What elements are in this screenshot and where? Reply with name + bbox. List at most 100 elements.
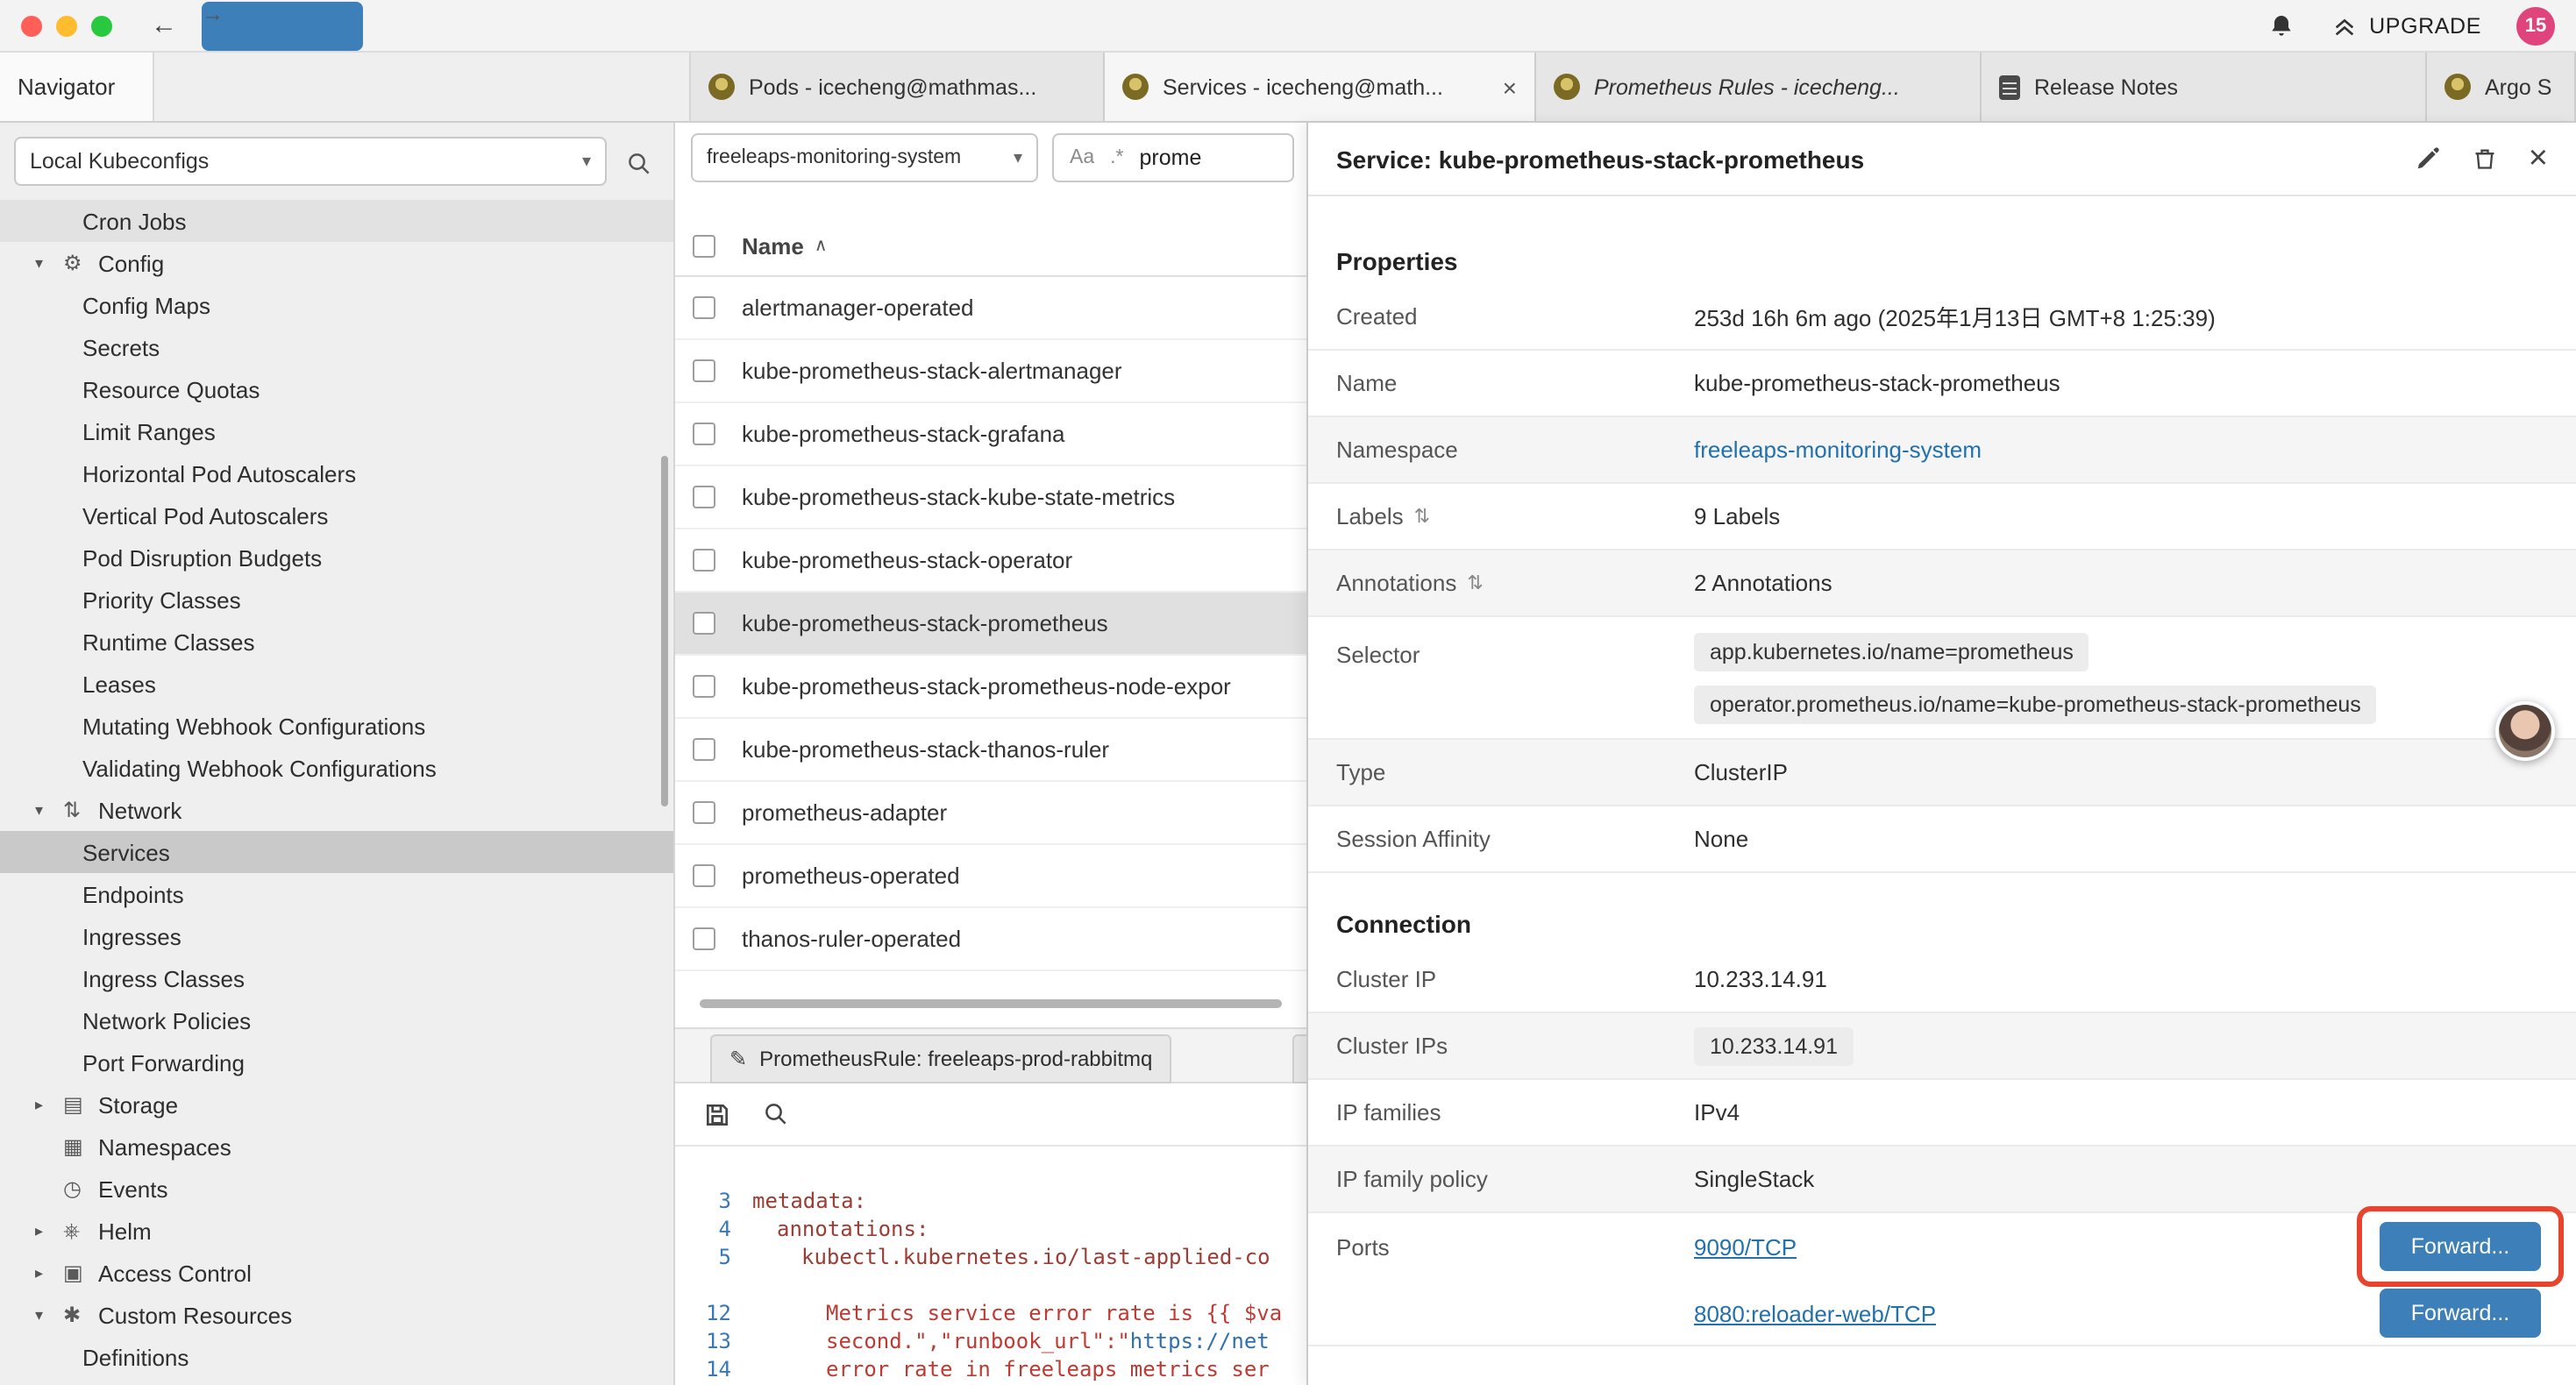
match-case-toggle[interactable]: Aa — [1070, 147, 1094, 168]
avatar[interactable] — [2495, 701, 2555, 761]
port-link-9090[interactable]: 9090/TCP — [1694, 1233, 1797, 1260]
sidebar-search-icon[interactable] — [616, 140, 661, 186]
row-checkbox[interactable] — [693, 738, 715, 761]
sidebar-item-secrets[interactable]: Secrets — [0, 326, 673, 368]
editor-search-icon[interactable] — [763, 1101, 789, 1127]
close-tab-icon[interactable]: × — [1503, 75, 1517, 99]
row-checkbox[interactable] — [693, 423, 715, 445]
table-row[interactable]: kube-prometheus-stack-alertmanager — [675, 340, 1306, 403]
tab-pods[interactable]: Pods - icecheng@mathmas... — [691, 53, 1105, 121]
sidebar-item-resource-quotas[interactable]: Resource Quotas — [0, 368, 673, 410]
sidebar-item-vertical-pod-autoscalers[interactable]: Vertical Pod Autoscalers — [0, 494, 673, 536]
upgrade-button[interactable]: UPGRADE — [2330, 11, 2481, 39]
row-checkbox[interactable] — [693, 296, 715, 319]
table-row[interactable]: prometheus-operated — [675, 845, 1306, 908]
chevron-right-icon[interactable]: ▸ — [35, 1263, 63, 1282]
row-checkbox[interactable] — [693, 612, 715, 635]
sidebar-item-helm[interactable]: ▸⎈Helm — [0, 1210, 673, 1252]
minimize-window-button[interactable] — [56, 15, 77, 36]
sidebar-item-priority-classes[interactable]: Priority Classes — [0, 579, 673, 621]
name-column-header[interactable]: Name — [742, 233, 804, 259]
sidebar-item-namespaces[interactable]: ▦Namespaces — [0, 1126, 673, 1168]
tab-release-notes[interactable]: Release Notes — [1982, 53, 2427, 121]
namespace-select[interactable]: freeleaps-monitoring-system ▾ — [691, 133, 1038, 182]
forward-button[interactable]: → — [202, 1, 363, 50]
row-checkbox[interactable] — [693, 486, 715, 508]
sidebar-item-leases[interactable]: Leases — [0, 663, 673, 705]
port-link-8080-reloader-web[interactable]: 8080:reloader-web/TCP — [1694, 1300, 1936, 1326]
expand-collapse-icon[interactable]: ⇅ — [1414, 505, 1430, 528]
row-checkbox[interactable] — [693, 864, 715, 887]
table-row-selected[interactable]: kube-prometheus-stack-prometheus — [675, 593, 1306, 656]
close-panel-icon[interactable]: × — [2529, 142, 2548, 175]
sidebar-item-ingress-classes[interactable]: Ingress Classes — [0, 957, 673, 999]
tab-prometheus-rules[interactable]: Prometheus Rules - icecheng... — [1536, 53, 1982, 121]
sidebar-item-pod-disruption-budgets[interactable]: Pod Disruption Budgets — [0, 536, 673, 579]
search-input[interactable]: Aa .* prome — [1052, 133, 1294, 182]
save-icon[interactable] — [703, 1100, 731, 1128]
notification-count-badge[interactable]: 15 — [2516, 6, 2555, 45]
forward-button-8080[interactable]: Forward... — [2380, 1289, 2541, 1338]
table-row[interactable]: thanos-ruler-operated — [675, 908, 1306, 971]
sidebar-item-definitions[interactable]: Definitions — [0, 1336, 673, 1378]
chevron-down-icon[interactable]: ▾ — [35, 800, 63, 820]
tab-argo[interactable]: Argo S — [2427, 53, 2576, 121]
yaml-editor[interactable]: 3metadata: 4annotations: 5kubectl.kubern… — [675, 1147, 1306, 1385]
back-button[interactable]: ← — [151, 11, 177, 40]
sidebar-item-services[interactable]: Services — [0, 831, 673, 873]
notifications-bell-icon[interactable] — [2267, 11, 2295, 39]
maximize-window-button[interactable] — [91, 15, 112, 36]
edit-pencil-icon[interactable] — [2415, 146, 2441, 172]
sidebar-item-config-maps[interactable]: Config Maps — [0, 284, 673, 326]
chevron-down-icon[interactable]: ▾ — [35, 1305, 63, 1325]
table-row[interactable]: alertmanager-operated — [675, 277, 1306, 340]
sidebar-item-runtime-classes[interactable]: Runtime Classes — [0, 621, 673, 663]
table-row[interactable]: kube-prometheus-stack-thanos-ruler — [675, 719, 1306, 782]
field-label: Selector — [1336, 633, 1694, 668]
dock-tab-prometheusrule[interactable]: ✎ PrometheusRule: freeleaps-prod-rabbitm… — [710, 1034, 1171, 1083]
kubeconfig-select[interactable]: Local Kubeconfigs ▾ — [14, 137, 607, 186]
sidebar-item-mutating-webhook-configurations[interactable]: Mutating Webhook Configurations — [0, 705, 673, 747]
sidebar-item-config[interactable]: ▾⚙Config — [0, 242, 673, 284]
row-checkbox[interactable] — [693, 801, 715, 824]
table-row[interactable]: kube-prometheus-stack-prometheus-node-ex… — [675, 656, 1306, 719]
sidebar-item-port-forwarding[interactable]: Port Forwarding — [0, 1041, 673, 1083]
sidebar-item-events[interactable]: ◷Events — [0, 1168, 673, 1210]
expand-collapse-icon[interactable]: ⇅ — [1467, 572, 1483, 594]
sidebar-item-endpoints[interactable]: Endpoints — [0, 873, 673, 915]
regex-toggle[interactable]: .* — [1110, 147, 1123, 168]
sidebar-item-horizontal-pod-autoscalers[interactable]: Horizontal Pod Autoscalers — [0, 452, 673, 494]
table-row[interactable]: kube-prometheus-stack-operator — [675, 529, 1306, 593]
row-checkbox[interactable] — [693, 927, 715, 950]
sidebar-item-validating-webhook-configurations[interactable]: Validating Webhook Configurations — [0, 747, 673, 789]
delete-trash-icon[interactable] — [2473, 146, 2497, 172]
chevron-down-icon[interactable]: ▾ — [35, 253, 63, 273]
sidebar-item-cron-jobs[interactable]: Cron Jobs — [0, 200, 673, 242]
sidebar-item-storage[interactable]: ▸▤Storage — [0, 1083, 673, 1126]
sidebar-item-ingresses[interactable]: Ingresses — [0, 915, 673, 957]
tab-services[interactable]: Services - icecheng@math... × — [1105, 53, 1536, 121]
sidebar-item-limit-ranges[interactable]: Limit Ranges — [0, 410, 673, 452]
navigator-panel-tab[interactable]: Navigator — [0, 53, 154, 121]
ip-family-policy-row: IP family policy SingleStack — [1308, 1147, 2576, 1213]
field-value: kube-prometheus-stack-prometheus — [1694, 370, 2541, 396]
sidebar-item-label: Helm — [98, 1218, 152, 1244]
sort-ascending-icon[interactable]: ∧ — [815, 237, 828, 256]
table-row[interactable]: kube-prometheus-stack-kube-state-metrics — [675, 466, 1306, 529]
namespace-link[interactable]: freeleaps-monitoring-system — [1694, 437, 1982, 463]
close-window-button[interactable] — [21, 15, 42, 36]
row-checkbox[interactable] — [693, 675, 715, 698]
sidebar-item-access-control[interactable]: ▸▣Access Control — [0, 1252, 673, 1294]
sidebar-item-network-policies[interactable]: Network Policies — [0, 999, 673, 1041]
row-checkbox[interactable] — [693, 359, 715, 382]
chevron-right-icon[interactable]: ▸ — [35, 1095, 63, 1114]
horizontal-scrollbar[interactable] — [700, 999, 1282, 1008]
sidebar-item-custom-resources[interactable]: ▾✱Custom Resources — [0, 1294, 673, 1336]
chevron-right-icon[interactable]: ▸ — [35, 1221, 63, 1240]
sidebar-scrollbar[interactable] — [661, 456, 668, 806]
sidebar-item-network[interactable]: ▾⇅Network — [0, 789, 673, 831]
table-row[interactable]: prometheus-adapter — [675, 782, 1306, 845]
select-all-checkbox[interactable] — [693, 235, 715, 258]
row-checkbox[interactable] — [693, 549, 715, 572]
table-row[interactable]: kube-prometheus-stack-grafana — [675, 403, 1306, 466]
